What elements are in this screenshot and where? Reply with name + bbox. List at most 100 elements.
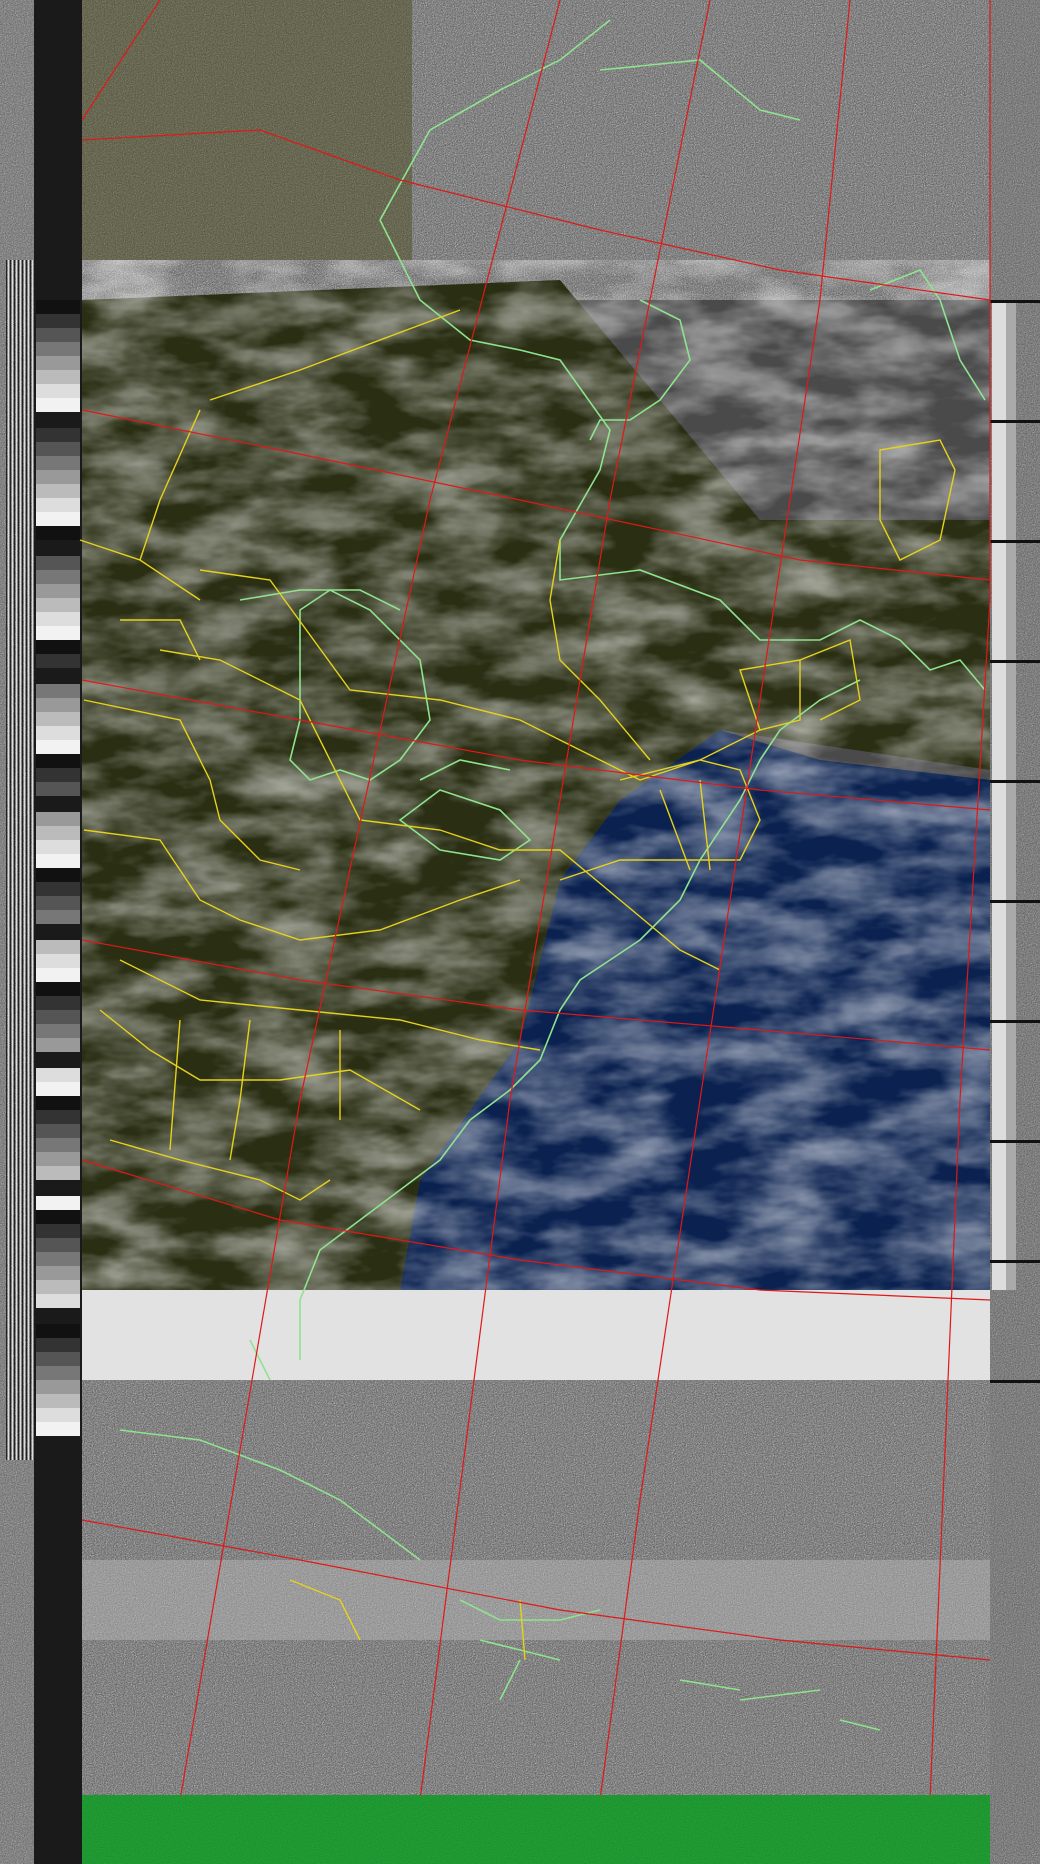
calibration-wedge	[36, 684, 80, 698]
calibration-wedge	[36, 626, 80, 640]
calibration-wedge	[36, 654, 80, 668]
sync-stripe	[14, 260, 15, 1460]
sync-stripe	[24, 260, 25, 1460]
calibration-wedge	[36, 1210, 80, 1224]
calibration-wedge	[36, 996, 80, 1010]
satellite-imagery	[79, 0, 991, 1864]
calibration-wedge	[36, 1038, 80, 1052]
frame-tick	[990, 300, 1040, 303]
calibration-wedge	[36, 398, 80, 412]
sync-stripe	[26, 260, 27, 1460]
calibration-wedge	[36, 456, 80, 470]
frame-tick	[990, 1020, 1040, 1023]
calibration-wedge	[36, 1152, 80, 1166]
calibration-wedge	[36, 1110, 80, 1124]
calibration-wedge	[36, 1294, 80, 1308]
sync-stripe	[6, 260, 7, 1460]
calibration-wedge	[36, 712, 80, 726]
calibration-wedge	[36, 1124, 80, 1138]
calibration-wedge	[36, 1024, 80, 1038]
calibration-wedge	[36, 982, 80, 996]
sync-stripe	[8, 260, 9, 1460]
calibration-wedge	[36, 442, 80, 456]
calibration-wedge	[36, 598, 80, 612]
calibration-wedge	[36, 882, 80, 896]
calibration-wedge	[36, 342, 80, 356]
calibration-wedge	[36, 1082, 80, 1096]
calibration-wedge	[36, 1096, 80, 1110]
frame-tick	[990, 1380, 1040, 1383]
calibration-wedge	[36, 754, 80, 768]
calibration-wedge	[36, 484, 80, 498]
calibration-wedge	[36, 584, 80, 598]
calibration-wedge	[36, 968, 80, 982]
calibration-wedge	[36, 1266, 80, 1280]
calibration-wedge	[36, 840, 80, 854]
frame-tick	[990, 1140, 1040, 1143]
calibration-wedge	[36, 356, 80, 370]
calibration-wedge	[36, 1196, 80, 1210]
calibration-wedge	[36, 1338, 80, 1352]
telemetry-strip-right	[990, 0, 1040, 1864]
calibration-wedge	[36, 868, 80, 882]
calibration-wedge	[36, 428, 80, 442]
sync-bar	[82, 1795, 990, 1864]
calibration-wedge	[36, 768, 80, 782]
calibration-wedge	[36, 1280, 80, 1294]
frame-tick	[990, 660, 1040, 663]
calibration-wedge	[36, 740, 80, 754]
calibration-wedge	[36, 826, 80, 840]
sync-stripe	[32, 260, 33, 1460]
calibration-wedge	[36, 556, 80, 570]
calibration-wedge	[36, 470, 80, 484]
satellite-image	[0, 0, 1040, 1864]
calibration-wedge	[36, 1324, 80, 1338]
calibration-wedge	[36, 612, 80, 626]
sync-stripe	[18, 260, 19, 1460]
calibration-wedge	[36, 782, 80, 796]
calibration-wedge	[36, 1068, 80, 1082]
calibration-wedge	[36, 698, 80, 712]
calibration-wedge	[36, 300, 80, 314]
calibration-wedge	[36, 1352, 80, 1366]
calibration-wedge	[36, 940, 80, 954]
calibration-wedge	[36, 954, 80, 968]
frame-tick	[990, 420, 1040, 423]
sync-stripe	[22, 260, 23, 1460]
calibration-wedge	[36, 498, 80, 512]
calibration-wedge	[36, 1422, 80, 1436]
calibration-wedge	[36, 1138, 80, 1152]
calibration-wedge	[36, 896, 80, 910]
calibration-wedge	[36, 910, 80, 924]
calibration-wedge	[36, 1010, 80, 1024]
sync-stripe	[30, 260, 31, 1460]
calibration-wedge	[36, 1224, 80, 1238]
frame-tick	[990, 540, 1040, 543]
calibration-wedge	[36, 570, 80, 584]
calibration-wedge	[36, 512, 80, 526]
calibration-wedge	[36, 1366, 80, 1380]
calibration-wedge	[36, 726, 80, 740]
calibration-wedge	[36, 384, 80, 398]
frame-tick	[990, 780, 1040, 783]
calibration-wedge	[36, 1252, 80, 1266]
calibration-wedge	[36, 1238, 80, 1252]
calibration-wedge	[36, 812, 80, 826]
frame-tick	[990, 1260, 1040, 1263]
calibration-wedge	[36, 854, 80, 868]
calibration-wedge	[36, 526, 80, 540]
sync-stripe	[28, 260, 29, 1460]
calibration-wedge	[36, 314, 80, 328]
sync-stripe	[16, 260, 17, 1460]
calibration-wedge	[36, 328, 80, 342]
white-band	[82, 1290, 990, 1380]
sync-stripe	[12, 260, 13, 1460]
calibration-wedge	[36, 1394, 80, 1408]
sync-stripe	[20, 260, 21, 1460]
telemetry-strip-left	[0, 0, 82, 1864]
calibration-wedge	[36, 370, 80, 384]
calibration-wedge	[36, 1408, 80, 1422]
sync-stripe	[10, 260, 11, 1460]
calibration-wedge	[36, 1380, 80, 1394]
calibration-wedge	[36, 1166, 80, 1180]
